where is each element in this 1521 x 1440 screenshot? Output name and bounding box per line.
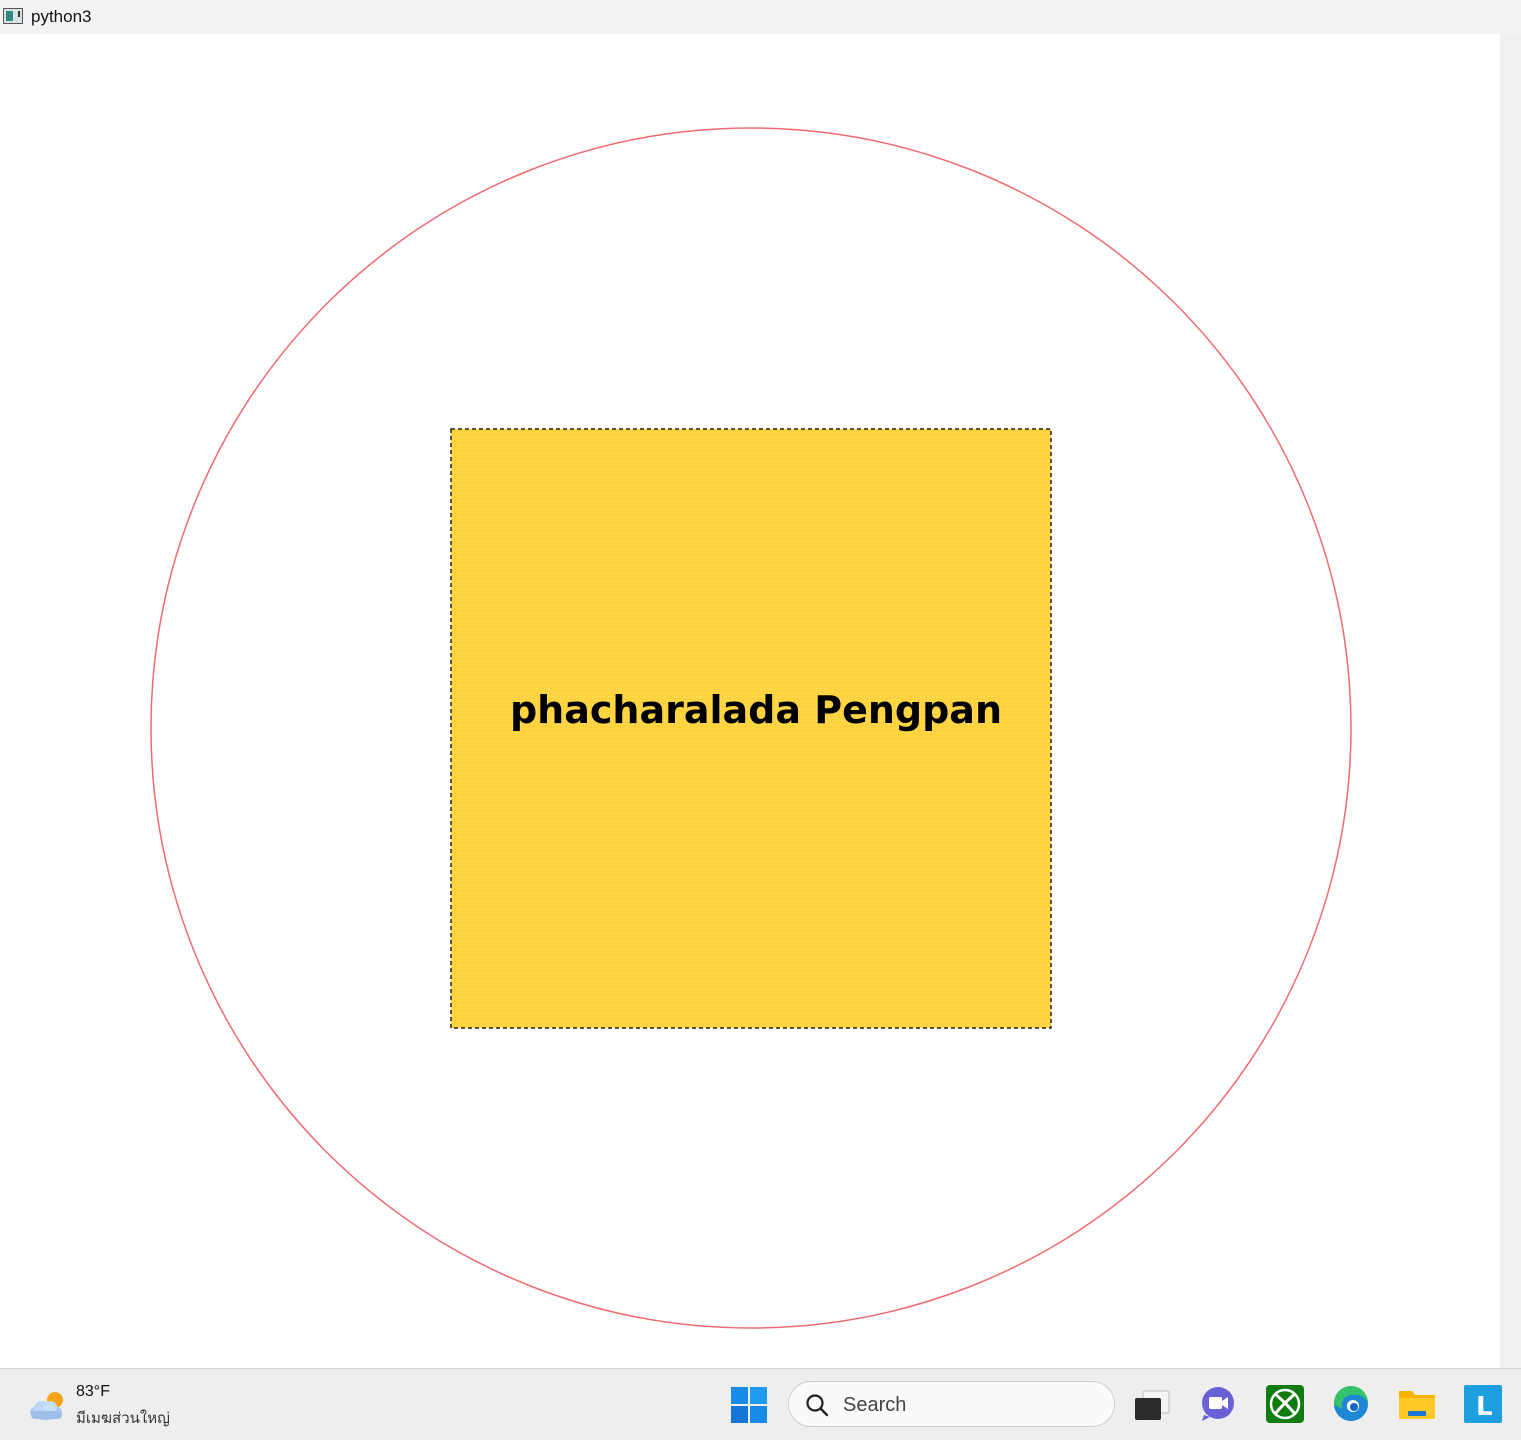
task-view-icon[interactable]	[1133, 1385, 1171, 1423]
partly-cloudy-icon	[30, 1392, 63, 1420]
search-placeholder: Search	[843, 1394, 907, 1416]
app-l-letter: L	[1476, 1392, 1493, 1422]
video-chat-icon[interactable]	[1199, 1385, 1237, 1423]
xbox-icon[interactable]	[1266, 1385, 1304, 1423]
windows-logo-icon[interactable]	[731, 1387, 767, 1423]
canvas-drawing	[150, 127, 1352, 1329]
taskbar-search-box[interactable]: Search	[788, 1381, 1115, 1427]
edge-browser-icon[interactable]	[1332, 1385, 1370, 1423]
weather-temperature: 83°F	[76, 1383, 110, 1400]
taskbar: 83°F มีเมฆส่วนใหญ่ Search L	[0, 1368, 1521, 1440]
letter-l-icon[interactable]: L	[1464, 1385, 1502, 1423]
search-icon	[806, 1394, 829, 1417]
folder-icon[interactable]	[1398, 1385, 1436, 1423]
weather-description: มีเมฆส่วนใหญ่	[76, 1410, 170, 1427]
name-text-label: phacharalada Pengpan	[509, 688, 1002, 732]
